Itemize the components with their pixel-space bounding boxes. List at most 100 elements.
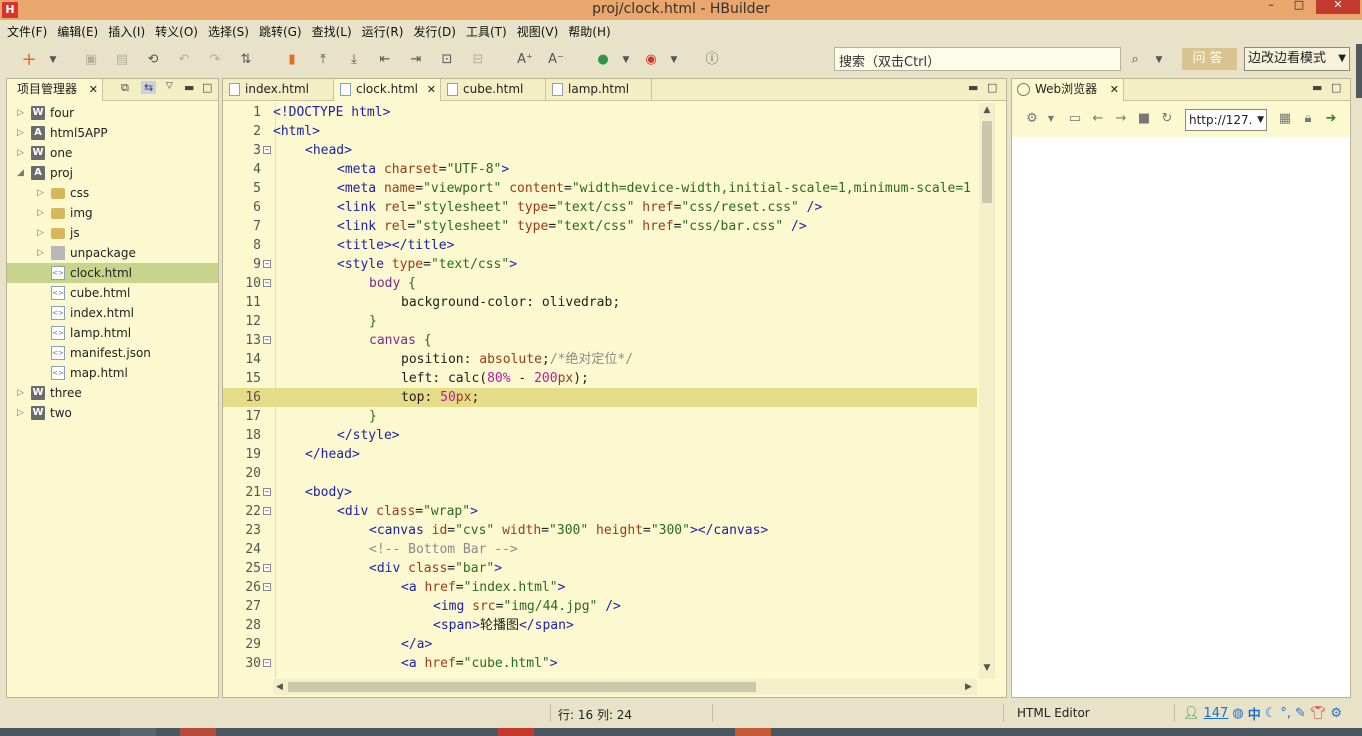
close-icon[interactable]: ✕ <box>427 79 436 100</box>
fold-toggle-icon[interactable]: − <box>263 146 271 154</box>
tray-count[interactable]: 147 <box>1204 706 1229 721</box>
fold-toggle-icon[interactable]: − <box>263 564 271 572</box>
skin-icon[interactable]: 👕︎ <box>1310 706 1327 721</box>
tab-web-browser[interactable]: Web浏览器 ✕ <box>1012 79 1124 101</box>
browser-dropdown-icon[interactable]: ▼ <box>665 51 683 69</box>
code-line[interactable]: 29 </a> <box>223 635 977 654</box>
tray-settings-icon[interactable]: ⚙ <box>1330 706 1342 721</box>
code-line[interactable]: 5 <meta name="viewport" content="width=de… <box>223 179 977 198</box>
scrollbar-thumb[interactable] <box>982 121 992 203</box>
collapsed-arrow-icon[interactable]: ▷ <box>37 183 44 203</box>
stop-icon[interactable]: ■ <box>1136 111 1152 127</box>
redo-icon[interactable]: ↷ <box>206 51 224 69</box>
collapsed-arrow-icon[interactable]: ▷ <box>37 243 44 263</box>
bookmark-prev-icon[interactable]: ⤒ <box>314 51 332 69</box>
fold-toggle-icon[interactable]: − <box>263 488 271 496</box>
new-dropdown-icon[interactable]: ▼ <box>44 51 62 69</box>
tree-item[interactable]: ▷ Wfour <box>7 103 218 123</box>
menu-item[interactable]: 选择(S) <box>203 20 254 44</box>
back-icon[interactable]: ← <box>1090 111 1106 127</box>
run-icon[interactable]: ● <box>594 51 612 69</box>
editor-tab[interactable]: clock.html ✕ <box>334 79 441 101</box>
code-line[interactable]: 13− canvas { <box>223 331 977 350</box>
code-line[interactable]: 16 top: 50px; <box>223 388 977 407</box>
code-line[interactable]: 25− <div class="bar"> <box>223 559 977 578</box>
tree-item[interactable]: ▷ css <box>7 183 218 203</box>
console-icon[interactable]: ▭ <box>1067 111 1083 127</box>
bookmark-next-icon[interactable]: ⤓ <box>345 51 363 69</box>
code-line[interactable]: 7 <link rel="stylesheet" type="text/css" … <box>223 217 977 236</box>
expanded-arrow-icon[interactable]: ◢ <box>17 163 24 183</box>
minimize-button[interactable]: – <box>1258 0 1284 12</box>
settings-icon[interactable]: ⚙ <box>1024 111 1040 127</box>
search-input[interactable]: 搜索（双击Ctrl） <box>834 47 1121 71</box>
collapsed-arrow-icon[interactable]: ▷ <box>37 223 44 243</box>
code-line[interactable]: 17} <box>223 407 977 426</box>
font-increase-icon[interactable]: A⁺ <box>516 51 534 69</box>
minimize-panel-icon[interactable]: ▬ <box>1312 81 1322 94</box>
code-line[interactable]: 15 left: calc(80% - 200px); <box>223 369 977 388</box>
horizontal-scrollbar[interactable]: ◀ ▶ <box>273 679 977 695</box>
fold-toggle-icon[interactable]: − <box>263 507 271 515</box>
collapsed-arrow-icon[interactable]: ▷ <box>17 123 24 143</box>
code-line[interactable]: 20 <box>223 464 977 483</box>
ime-avatar-icon[interactable]: ◍ <box>1232 706 1243 721</box>
fold-toggle-icon[interactable]: − <box>263 583 271 591</box>
settings-dropdown-icon[interactable]: ▼ <box>1043 111 1059 127</box>
taskbar-item[interactable] <box>180 728 216 736</box>
link-editor-icon[interactable]: ⇆ <box>141 81 157 94</box>
run-dropdown-icon[interactable]: ▼ <box>617 51 635 69</box>
scrollbar-thumb[interactable] <box>288 682 756 692</box>
tree-item[interactable]: ◢ Aproj <box>7 163 218 183</box>
tree-item[interactable]: ▷ js <box>7 223 218 243</box>
editor-tab[interactable]: lamp.html <box>546 79 652 101</box>
taskbar-item[interactable] <box>498 728 534 736</box>
tree-item[interactable]: ▷ unpackage <box>7 243 218 263</box>
collapsed-arrow-icon[interactable]: ▷ <box>37 203 44 223</box>
save-all-icon[interactable]: ▤ <box>113 51 131 69</box>
fold-toggle-icon[interactable]: − <box>263 279 271 287</box>
menu-item[interactable]: 工具(T) <box>461 20 512 44</box>
tree-item[interactable]: <> map.html <box>7 363 218 383</box>
ime-language[interactable]: 中 <box>1248 704 1261 723</box>
code-line[interactable]: 30− <a href="cube.html"> <box>223 654 977 673</box>
punctuation-icon[interactable]: °, <box>1280 706 1291 721</box>
tree-item[interactable]: ▷ img <box>7 203 218 223</box>
format-icon[interactable]: ⇅ <box>237 51 255 69</box>
code-line[interactable]: 24 <!-- Bottom Bar --> <box>223 540 977 559</box>
comment-icon[interactable]: ⊡ <box>438 51 456 69</box>
minimize-panel-icon[interactable]: ▬ <box>968 81 978 94</box>
browser-viewport[interactable] <box>1012 137 1350 697</box>
history-icon[interactable]: ⟲ <box>144 51 162 69</box>
maximize-panel-icon[interactable]: □ <box>987 81 997 94</box>
menu-item[interactable]: 转义(O) <box>150 20 203 44</box>
tree-item[interactable]: ▷ Ahtml5APP <box>7 123 218 143</box>
code-line[interactable]: 4 <meta charset="UTF-8"> <box>223 160 977 179</box>
tree-item[interactable]: <> lamp.html <box>7 323 218 343</box>
bookmark-icon[interactable]: ▮ <box>283 51 301 69</box>
fold-toggle-icon[interactable]: − <box>263 659 271 667</box>
qr-icon[interactable]: ▦ <box>1277 111 1293 127</box>
keyboard-icon[interactable]: ✎ <box>1295 706 1306 721</box>
collapsed-arrow-icon[interactable]: ▷ <box>17 103 24 123</box>
info-icon[interactable]: ⓘ <box>703 51 721 69</box>
menu-item[interactable]: 视图(V) <box>512 20 564 44</box>
maximize-panel-icon[interactable]: □ <box>202 81 212 94</box>
editor-tab[interactable]: index.html <box>223 79 334 101</box>
collapsed-arrow-icon[interactable]: ▷ <box>17 383 24 403</box>
menu-item[interactable]: 编辑(E) <box>52 20 103 44</box>
tree-item[interactable]: ▷ Wthree <box>7 383 218 403</box>
view-menu-icon[interactable]: ▽ <box>166 81 173 91</box>
code-line[interactable]: 1 <!DOCTYPE html> <box>223 103 977 122</box>
code-line[interactable]: 14 position: absolute;/*绝对定位*/ <box>223 350 977 369</box>
menu-item[interactable]: 查找(L) <box>307 20 357 44</box>
go-icon[interactable]: ➜ <box>1323 111 1339 127</box>
search-icon[interactable]: ⌕ <box>1126 51 1144 69</box>
refresh-icon[interactable]: ↻ <box>1159 111 1175 127</box>
chrome-icon[interactable]: ◉ <box>642 51 660 69</box>
code-line[interactable]: 3− <head> <box>223 141 977 160</box>
scroll-down-icon[interactable]: ▼ <box>979 663 995 673</box>
menu-item[interactable]: 插入(I) <box>103 20 150 44</box>
menu-item[interactable]: 文件(F) <box>2 20 52 44</box>
user-icon[interactable]: 👤︎ <box>1183 706 1200 721</box>
